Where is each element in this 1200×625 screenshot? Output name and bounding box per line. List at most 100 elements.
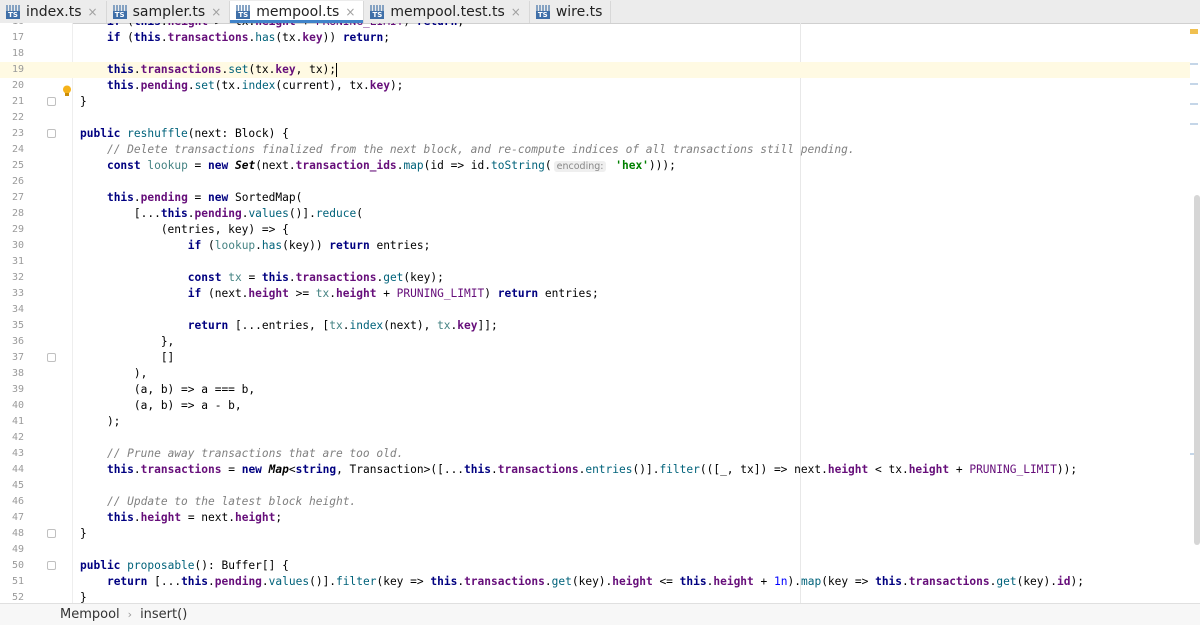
code-line[interactable]: if (this.height >= tx.height + PRUNING_L… <box>0 23 1190 30</box>
line-number[interactable]: 34 <box>0 302 24 318</box>
line-number[interactable]: 27 <box>0 190 24 206</box>
fold-marker-icon[interactable] <box>47 97 56 106</box>
code-line[interactable]: [...this.pending.values()].reduce( <box>0 206 1190 222</box>
code-line[interactable] <box>0 430 1190 446</box>
code-line[interactable]: // Update to the latest block height. <box>0 494 1190 510</box>
close-icon[interactable]: × <box>211 5 221 19</box>
line-number[interactable]: 16 <box>0 23 24 30</box>
code-line[interactable]: } <box>0 94 1190 110</box>
change-marker[interactable] <box>1190 103 1198 105</box>
line-number[interactable]: 26 <box>0 174 24 190</box>
line-number[interactable]: 29 <box>0 222 24 238</box>
line-number[interactable]: 47 <box>0 510 24 526</box>
line-number[interactable]: 36 <box>0 334 24 350</box>
code-line[interactable]: public reshuffle(next: Block) { <box>0 126 1190 142</box>
code-line[interactable]: ), <box>0 366 1190 382</box>
code-line[interactable]: }, <box>0 334 1190 350</box>
code-line[interactable]: this.height = next.height; <box>0 510 1190 526</box>
change-marker[interactable] <box>1190 83 1198 85</box>
line-number[interactable]: 25 <box>0 158 24 174</box>
line-number[interactable]: 23 <box>0 126 24 142</box>
code-line[interactable] <box>0 174 1190 190</box>
code-line[interactable]: const tx = this.transactions.get(key); <box>0 270 1190 286</box>
code-line[interactable]: this.pending = new SortedMap( <box>0 190 1190 206</box>
line-number[interactable]: 51 <box>0 574 24 590</box>
code-line[interactable]: this.transactions = new Map<string, Tran… <box>0 462 1190 478</box>
code-line[interactable] <box>0 302 1190 318</box>
change-marker[interactable] <box>1190 63 1198 65</box>
line-number[interactable]: 37 <box>0 350 24 366</box>
line-number[interactable]: 46 <box>0 494 24 510</box>
typescript-file-icon: TS <box>112 5 127 19</box>
line-number[interactable]: 38 <box>0 366 24 382</box>
code-line[interactable]: public proposable(): Buffer[] { <box>0 558 1190 574</box>
code-line[interactable]: } <box>0 590 1190 603</box>
tab-wire-ts[interactable]: TS wire.ts <box>530 1 612 23</box>
code-line[interactable]: const lookup = new Set(next.transaction_… <box>0 158 1190 174</box>
line-number[interactable]: 40 <box>0 398 24 414</box>
code-line[interactable] <box>0 110 1190 126</box>
change-marker[interactable] <box>1190 123 1198 125</box>
tab-sampler-ts[interactable]: TS sampler.ts × <box>107 1 231 23</box>
code-line[interactable]: if (this.transactions.has(tx.key)) retur… <box>0 30 1190 46</box>
line-number[interactable]: 48 <box>0 526 24 542</box>
code-line[interactable]: if (lookup.has(key)) return entries; <box>0 238 1190 254</box>
line-number[interactable]: 52 <box>0 590 24 603</box>
line-number[interactable]: 45 <box>0 478 24 494</box>
line-number[interactable]: 18 <box>0 46 24 62</box>
line-number[interactable]: 33 <box>0 286 24 302</box>
tab-mempool-ts[interactable]: TS mempool.ts × <box>230 1 365 23</box>
line-number[interactable]: 50 <box>0 558 24 574</box>
fold-marker-icon[interactable] <box>47 353 56 362</box>
code-line[interactable]: (a, b) => a - b, <box>0 398 1190 414</box>
code-line[interactable] <box>0 478 1190 494</box>
code-line[interactable] <box>0 254 1190 270</box>
code-line[interactable]: // Prune away transactions that are too … <box>0 446 1190 462</box>
tab-index-ts[interactable]: TS index.ts × <box>0 1 107 23</box>
line-number[interactable]: 17 <box>0 30 24 46</box>
tab-label: sampler.ts <box>132 4 206 20</box>
code-line[interactable]: ); <box>0 414 1190 430</box>
code-editor[interactable]: if (this.height >= tx.height + PRUNING_L… <box>0 23 1200 603</box>
line-number[interactable]: 21 <box>0 94 24 110</box>
code-line[interactable]: } <box>0 526 1190 542</box>
line-number[interactable]: 43 <box>0 446 24 462</box>
close-icon[interactable]: × <box>88 5 98 19</box>
tab-mempool-test-ts[interactable]: TS mempool.test.ts × <box>364 1 530 23</box>
line-number[interactable]: 24 <box>0 142 24 158</box>
warning-marker[interactable] <box>1190 29 1198 34</box>
line-number[interactable]: 32 <box>0 270 24 286</box>
line-number[interactable]: 19 <box>0 62 24 78</box>
line-number[interactable]: 44 <box>0 462 24 478</box>
breadcrumb-class[interactable]: Mempool <box>60 607 120 622</box>
line-number[interactable]: 42 <box>0 430 24 446</box>
code-line[interactable]: this.transactions.set(tx.key, tx); <box>0 62 1190 78</box>
code-line[interactable]: (entries, key) => { <box>0 222 1190 238</box>
line-number[interactable]: 41 <box>0 414 24 430</box>
line-number[interactable]: 22 <box>0 110 24 126</box>
line-number[interactable]: 35 <box>0 318 24 334</box>
code-line[interactable]: return [...this.pending.values()].filter… <box>0 574 1190 590</box>
line-number[interactable]: 49 <box>0 542 24 558</box>
code-line[interactable] <box>0 542 1190 558</box>
fold-marker-icon[interactable] <box>47 561 56 570</box>
line-number[interactable]: 39 <box>0 382 24 398</box>
breadcrumb-method[interactable]: insert() <box>140 607 187 622</box>
lightbulb-icon[interactable] <box>62 85 72 97</box>
code-line[interactable]: this.pending.set(tx.index(current), tx.k… <box>0 78 1190 94</box>
fold-marker-icon[interactable] <box>47 129 56 138</box>
line-number[interactable]: 31 <box>0 254 24 270</box>
line-number[interactable]: 20 <box>0 78 24 94</box>
code-line[interactable] <box>0 46 1190 62</box>
vertical-scrollbar[interactable] <box>1194 195 1200 545</box>
code-line[interactable]: // Delete transactions finalized from th… <box>0 142 1190 158</box>
code-line[interactable]: (a, b) => a === b, <box>0 382 1190 398</box>
close-icon[interactable]: × <box>345 5 355 19</box>
close-icon[interactable]: × <box>511 5 521 19</box>
code-line[interactable]: [] <box>0 350 1190 366</box>
code-line[interactable]: return [...entries, [tx.index(next), tx.… <box>0 318 1190 334</box>
line-number[interactable]: 28 <box>0 206 24 222</box>
line-number[interactable]: 30 <box>0 238 24 254</box>
fold-marker-icon[interactable] <box>47 529 56 538</box>
code-line[interactable]: if (next.height >= tx.height + PRUNING_L… <box>0 286 1190 302</box>
